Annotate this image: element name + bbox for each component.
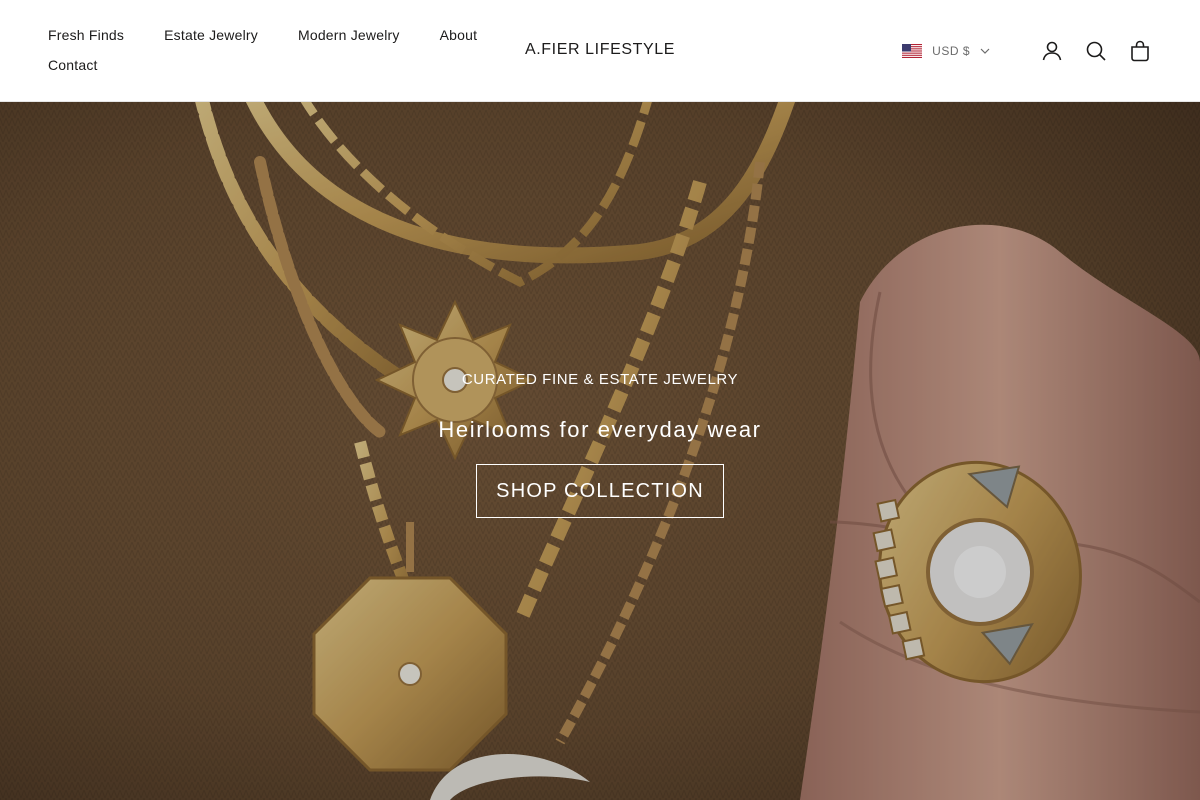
us-flag-icon	[902, 44, 923, 58]
currency-label: USD $	[932, 44, 970, 58]
cart-bag-icon[interactable]	[1128, 39, 1152, 63]
nav-link-fresh-finds[interactable]: Fresh Finds	[48, 26, 124, 44]
nav-link-about[interactable]: About	[440, 26, 478, 44]
search-icon[interactable]	[1084, 39, 1108, 63]
chevron-down-icon	[980, 48, 990, 54]
nav-link-modern-jewelry[interactable]: Modern Jewelry	[298, 26, 400, 44]
brand-logo-text[interactable]: A.FIER LIFESTYLE	[525, 41, 675, 58]
hero-headline: Heirlooms for everyday wear	[438, 417, 762, 442]
main-nav: Fresh Finds Estate Jewelry Modern Jewelr…	[48, 26, 488, 74]
account-icon[interactable]	[1040, 39, 1064, 63]
currency-selector[interactable]: USD $	[902, 44, 990, 58]
nav-link-contact[interactable]: Contact	[48, 56, 98, 74]
hero-banner: CURATED FINE & ESTATE JEWELRY Heirlooms …	[0, 102, 1200, 800]
site-header: Fresh Finds Estate Jewelry Modern Jewelr…	[0, 0, 1200, 102]
shop-collection-button[interactable]: SHOP COLLECTION	[476, 464, 724, 518]
header-tools: USD $	[902, 38, 1152, 64]
nav-link-estate-jewelry[interactable]: Estate Jewelry	[164, 26, 258, 44]
hero-content: CURATED FINE & ESTATE JEWELRY Heirlooms …	[0, 370, 1200, 518]
hero-kicker: CURATED FINE & ESTATE JEWELRY	[461, 371, 739, 388]
